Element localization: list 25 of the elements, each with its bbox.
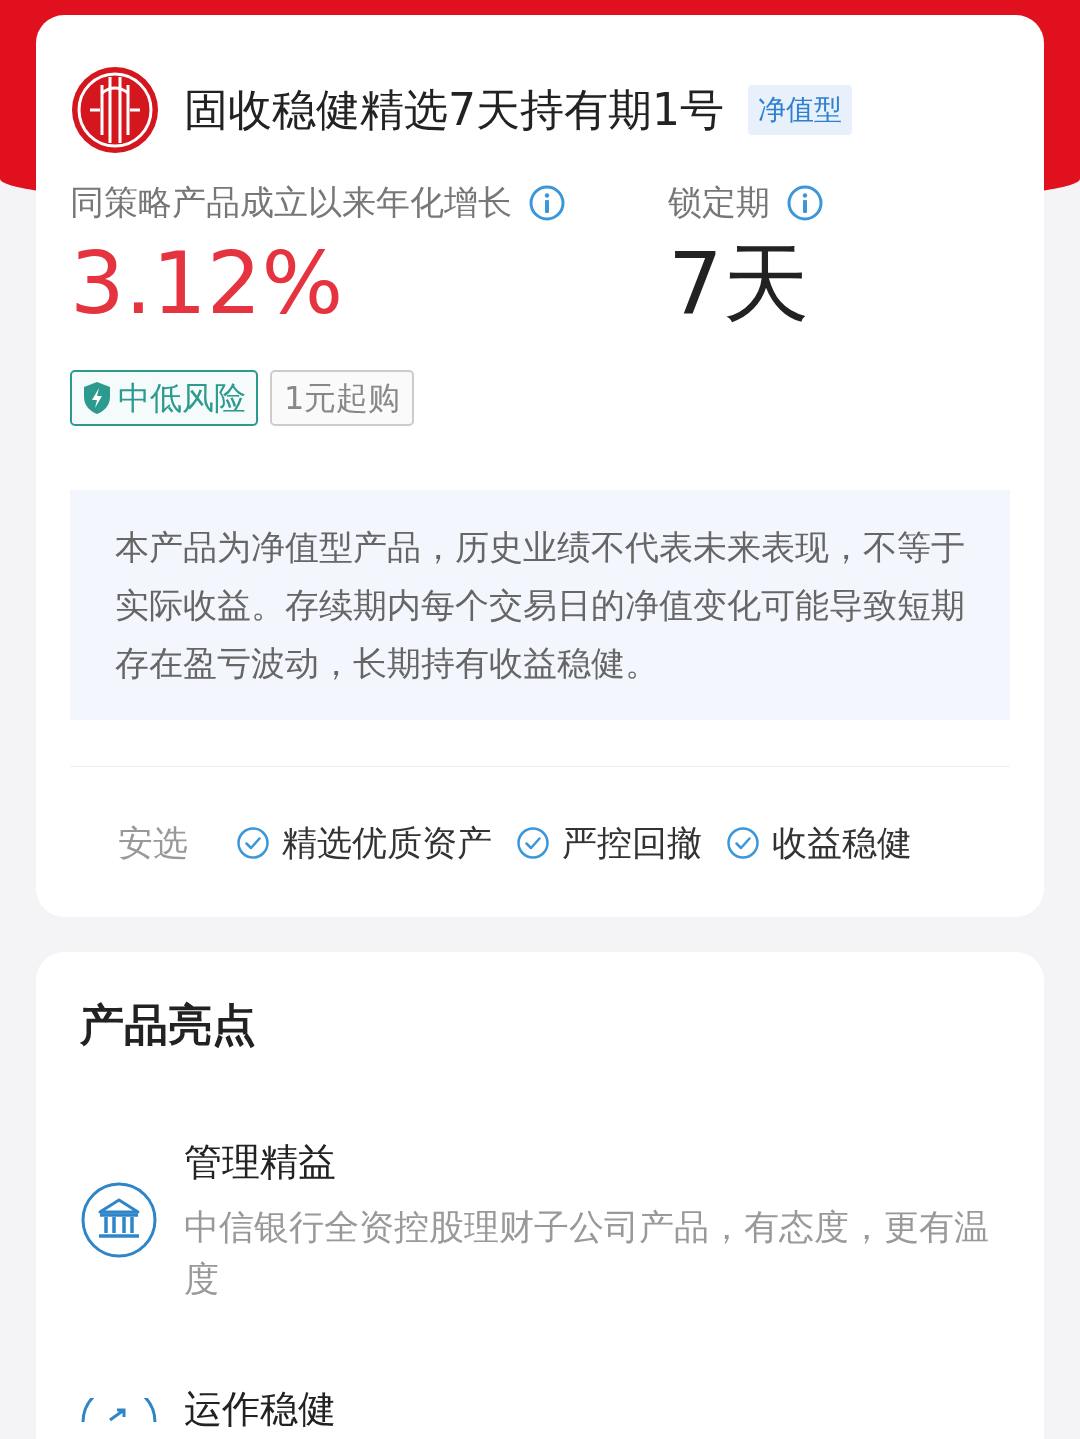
feature-text: 严控回撤	[562, 821, 702, 865]
feature-text: 收益稳健	[772, 821, 912, 865]
check-circle-icon	[236, 826, 270, 861]
highlight-description: 中信银行全资控股理财子公司产品，有态度，更有温度	[184, 1206, 990, 1302]
bank-icon	[80, 1180, 158, 1259]
metric-label: 锁定期	[668, 181, 770, 224]
tag: 1元起购	[270, 369, 415, 426]
notice-text: 本产品为净值型产品，历史业绩不代表未来表现，不等于实际收益。存续期内每个交易日的净值变化可能导致短期存在盈亏波动，长期持有收益稳健。	[70, 489, 1010, 720]
metric-value: 7天	[668, 232, 810, 335]
check-circle-icon	[516, 826, 550, 861]
info-icon[interactable]	[786, 183, 824, 222]
highlight-title: 运作稳健	[184, 1386, 336, 1434]
info-icon[interactable]	[528, 183, 566, 222]
highlight-title: 管理精益	[184, 1139, 337, 1187]
shield-icon	[82, 380, 112, 415]
metric-label: 同策略产品成立以来年化增长	[70, 181, 512, 224]
type-badge: 净值型	[748, 85, 852, 135]
risk-tag: 中低风险	[70, 369, 258, 426]
product-title: 固收稳健精选7天持有期1号	[184, 83, 724, 137]
features-label: 安选	[118, 821, 188, 865]
section-title: 产品亮点	[80, 998, 257, 1053]
metric-value: 3.12%	[70, 232, 345, 335]
growth-icon	[80, 1397, 158, 1422]
check-circle-icon	[726, 826, 760, 861]
feature-text: 精选优质资产	[282, 821, 492, 865]
